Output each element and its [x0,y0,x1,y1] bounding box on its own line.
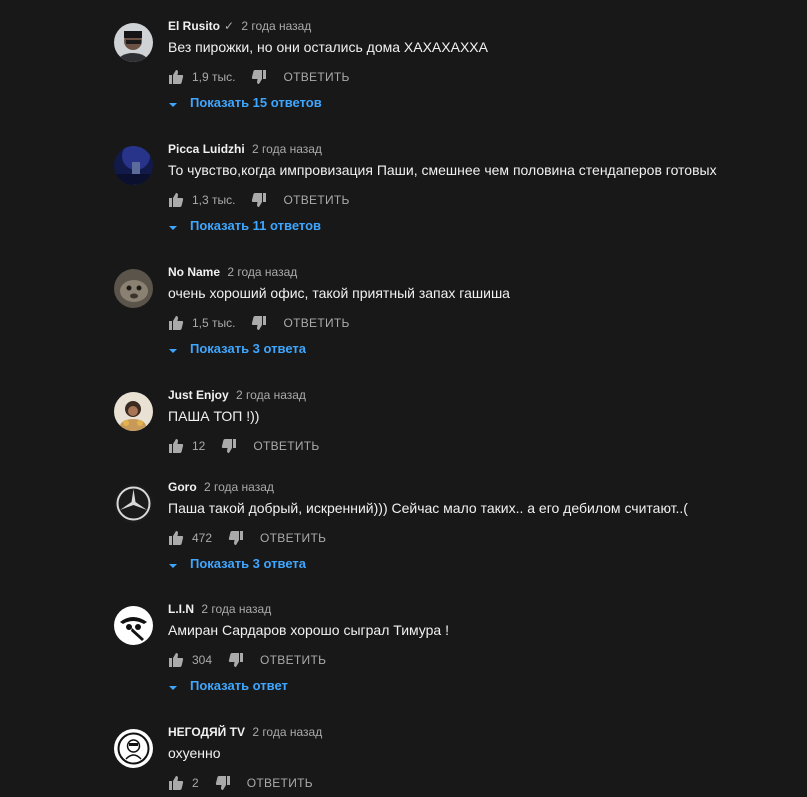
timestamp[interactable]: 2 года назад [252,725,322,739]
author-name[interactable]: L.I.N [168,602,194,616]
thumbs-down-icon[interactable] [221,438,237,454]
thumbs-down-icon[interactable] [251,315,267,331]
timestamp[interactable]: 2 года назад [236,388,306,402]
author-name[interactable]: Goro [168,480,197,494]
caret-down-icon [168,221,178,231]
caret-down-icon [168,681,178,691]
comment-text: Паша такой добрый, искренний))) Сейчас м… [168,500,688,516]
like-count: 304 [192,653,213,667]
author-name[interactable]: Just Enjoy [168,388,229,402]
avatar[interactable] [114,729,153,768]
reply-button[interactable]: ОТВЕТИТЬ [260,653,326,667]
comment-text: очень хороший офис, такой приятный запах… [168,285,510,301]
thumbs-up-icon[interactable] [168,775,184,791]
like-count: 2 [192,776,199,790]
show-replies-label: Показать 3 ответа [190,556,306,571]
show-replies-label: Показать 15 ответов [190,95,322,110]
reply-button[interactable]: ОТВЕТИТЬ [260,531,326,545]
thumbs-up-icon[interactable] [168,652,184,668]
avatar[interactable] [114,606,153,645]
caret-down-icon [168,559,178,569]
reply-button[interactable]: ОТВЕТИТЬ [283,70,349,84]
timestamp[interactable]: 2 года назад [227,265,297,279]
show-replies-label: Показать 11 ответов [190,218,322,233]
like-count: 472 [192,531,213,545]
timestamp[interactable]: 2 года назад [201,602,271,616]
reply-button[interactable]: ОТВЕТИТЬ [247,776,313,790]
show-replies-label: Показать ответ [190,678,288,693]
timestamp[interactable]: 2 года назад [252,142,322,156]
thumbs-up-icon[interactable] [168,530,184,546]
thumbs-down-icon[interactable] [251,192,267,208]
comment-text: охуенно [168,745,221,761]
thumbs-up-icon[interactable] [168,192,184,208]
author-name[interactable]: НЕГОДЯЙ TV [168,725,245,739]
like-count: 1,5 тыс. [192,316,236,330]
like-count: 1,3 тыс. [192,193,236,207]
show-replies-button[interactable]: Показать 3 ответа [168,556,306,571]
author-name[interactable]: No Name [168,265,220,279]
thumbs-down-icon[interactable] [251,69,267,85]
verified-icon: ✓ [224,19,235,33]
thumbs-down-icon[interactable] [228,652,244,668]
show-replies-button[interactable]: Показать 11 ответов [168,218,321,233]
caret-down-icon [168,344,178,354]
like-count: 12 [192,439,206,453]
avatar[interactable] [114,484,153,523]
thumbs-down-icon[interactable] [215,775,231,791]
show-replies-button[interactable]: Показать 3 ответа [168,341,306,356]
show-replies-button[interactable]: Показать 15 ответов [168,95,322,110]
like-count: 1,9 тыс. [192,70,236,84]
show-replies-label: Показать 3 ответа [190,341,306,356]
comment-text: ПАША ТОП !)) [168,408,260,424]
timestamp[interactable]: 2 года назад [204,480,274,494]
avatar[interactable] [114,23,153,62]
thumbs-up-icon[interactable] [168,69,184,85]
author-name[interactable]: El Rusito [168,19,220,33]
thumbs-up-icon[interactable] [168,438,184,454]
comment-text: То чувство,когда импровизация Паши, смеш… [168,162,717,178]
avatar[interactable] [114,269,153,308]
show-replies-button[interactable]: Показать ответ [168,678,288,693]
avatar[interactable] [114,146,153,185]
reply-button[interactable]: ОТВЕТИТЬ [283,193,349,207]
comment-text: Вез пирожки, но они остались дома ХАХАХА… [168,39,488,55]
avatar[interactable] [114,392,153,431]
timestamp[interactable]: 2 года назад [241,19,311,33]
reply-button[interactable]: ОТВЕТИТЬ [253,439,319,453]
thumbs-down-icon[interactable] [228,530,244,546]
comment-text: Амиран Сардаров хорошо сыграл Тимура ! [168,622,449,638]
caret-down-icon [168,98,178,108]
author-name[interactable]: Picca Luidzhi [168,142,245,156]
reply-button[interactable]: ОТВЕТИТЬ [283,316,349,330]
thumbs-up-icon[interactable] [168,315,184,331]
